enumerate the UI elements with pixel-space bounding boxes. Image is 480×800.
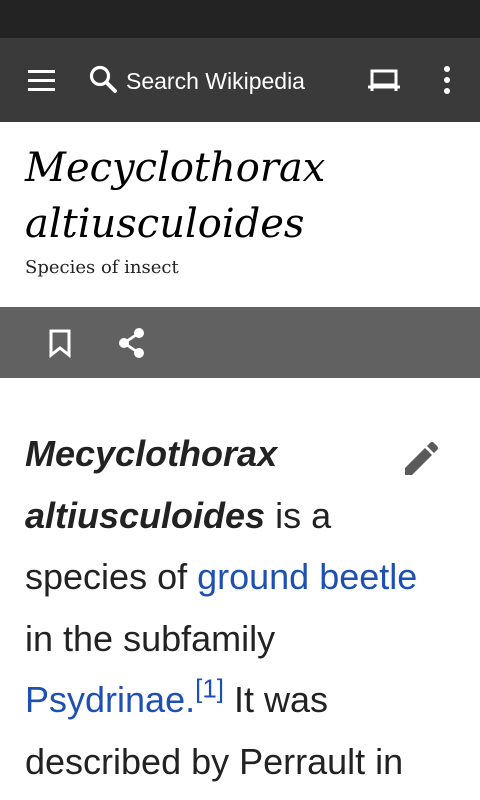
page-description: Species of insect (25, 257, 179, 278)
pencil-icon[interactable] (398, 438, 442, 482)
article-bold-title: Mecyclothorax altiusculoides (25, 433, 278, 536)
menu-icon-bar (28, 70, 55, 73)
share-icon[interactable] (112, 323, 152, 363)
page-title: Mecyclothorax altiusculoides (25, 145, 326, 247)
article-action-bar (0, 307, 480, 378)
overflow-menu-icon[interactable] (432, 60, 462, 100)
link-psydrinae[interactable]: Psydrinae. (25, 679, 195, 720)
search-input[interactable]: Search Wikipedia (126, 66, 305, 96)
article-paragraph: Mecyclothorax altiusculoides is a specie… (25, 423, 445, 792)
reference-1[interactable]: [1] (195, 674, 224, 704)
article-body: Mecyclothorax altiusculoides is a specie… (25, 423, 445, 792)
menu-icon-bar (28, 88, 55, 91)
app-bar: Search Wikipedia (0, 38, 480, 122)
reference-link[interactable]: [1] (195, 674, 224, 704)
menu-button[interactable] (18, 60, 58, 100)
article-text: in the subfamily (25, 617, 276, 659)
page-header: Mecyclothorax altiusculoides Species of … (0, 122, 480, 307)
link-ground-beetle[interactable]: ground beetle (197, 556, 417, 597)
menu-icon-bar (28, 79, 55, 82)
reading-list-icon[interactable] (362, 60, 406, 100)
search-icon[interactable] (86, 62, 122, 98)
bookmark-icon[interactable] (40, 323, 80, 363)
status-bar (0, 0, 480, 38)
